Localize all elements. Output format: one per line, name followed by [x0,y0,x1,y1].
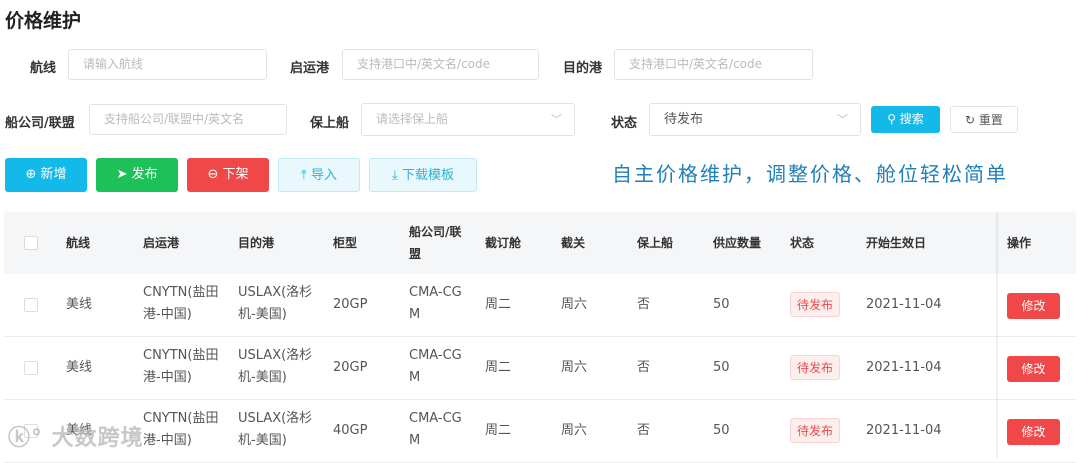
header-dest: 目的港 [238,236,275,250]
table-row: 美线 CNYTN(盐田港-中国) USLAX(洛杉机-美国) 40GP CMA-… [4,400,1076,463]
cell-origin: CNYTN(盐田港-中国) [143,411,219,448]
search-label: 搜索 [899,112,924,126]
import-button[interactable]: ⤒ 导入 [278,158,360,192]
header-carrier: 船公司/联盟 [409,225,462,261]
header-guarantee: 保上船 [637,236,674,250]
dest-input[interactable]: 支持港口中/英文名/code [614,49,813,80]
cell-cutoff: 周六 [561,297,588,312]
status-badge: 待发布 [790,418,841,443]
refresh-icon: ↻ [965,113,979,127]
route-input[interactable]: 请输入航线 [68,49,267,80]
dest-label: 目的港 [563,61,603,76]
page-title: 价格维护 [5,10,82,32]
cell-guarantee: 否 [637,297,651,312]
download-template-button[interactable]: ⤓ 下载模板 [369,158,477,192]
plus-circle-icon: ⊕ [25,167,41,182]
carrier-label: 船公司/联盟 [5,116,75,131]
cell-carrier: CMA-CGM [409,348,462,385]
cell-type: 40GP [333,423,368,438]
cell-type: 20GP [333,297,368,312]
watermark: ⓚ° 大数跨境 [8,420,144,452]
chevron-down-icon: ﹀ [837,113,848,126]
table-row: 美线 CNYTN(盐田港-中国) USLAX(洛杉机-美国) 20GP CMA-… [4,274,1076,337]
cell-date: 2021-11-04 [866,423,942,438]
cell-guarantee: 否 [637,360,651,375]
publish-label: 发布 [131,167,158,182]
header-booking: 截订舱 [485,236,522,250]
send-icon: ➤ [116,167,132,182]
cell-carrier: CMA-CGM [409,285,462,322]
cell-route: 美线 [66,360,93,375]
route-label: 航线 [30,61,57,76]
row-checkbox[interactable] [24,361,38,375]
cell-booking: 周二 [485,360,512,375]
cell-date: 2021-11-04 [866,297,942,312]
header-route: 航线 [66,236,91,250]
cell-cutoff: 周六 [561,360,588,375]
cell-route: 美线 [66,297,93,312]
cell-booking: 周二 [485,423,512,438]
cell-dest: USLAX(洛杉机-美国) [238,348,313,385]
status-badge: 待发布 [790,355,841,380]
carrier-input[interactable]: 支持船公司/联盟中/英文名 [89,104,287,135]
cell-origin: CNYTN(盐田港-中国) [143,348,219,385]
cell-cutoff: 周六 [561,423,588,438]
status-select[interactable]: 待发布 ﹀ [649,103,861,136]
guarantee-placeholder: 请选择保上船 [376,112,449,126]
publish-button[interactable]: ➤ 发布 [96,158,178,192]
import-label: 导入 [310,168,337,183]
offline-button[interactable]: ⊖ 下架 [187,158,269,192]
header-op: 操作 [1007,236,1032,250]
header-origin: 启运港 [143,236,180,250]
select-all-checkbox[interactable] [24,236,38,250]
add-label: 新增 [40,167,67,182]
watermark-logo-icon: ⓚ° [8,426,52,451]
upload-icon: ⤒ [301,168,311,183]
cell-booking: 周二 [485,297,512,312]
edit-button[interactable]: 修改 [1007,419,1060,445]
cell-dest: USLAX(洛杉机-美国) [238,411,313,448]
edit-button[interactable]: 修改 [1007,356,1060,382]
status-value: 待发布 [664,112,704,127]
header-date: 开始生效日 [866,236,927,250]
status-label: 状态 [611,116,638,131]
header-qty: 供应数量 [713,236,762,250]
edit-button[interactable]: 修改 [1007,293,1060,319]
fixed-column-shadow [996,212,999,458]
header-status: 状态 [790,236,815,250]
search-button[interactable]: ⚲ 搜索 [871,106,940,133]
download-label: 下载模板 [401,168,454,183]
cell-date: 2021-11-04 [866,360,942,375]
cell-dest: USLAX(洛杉机-美国) [238,285,313,322]
cell-type: 20GP [333,360,368,375]
header-cutoff: 截关 [561,236,586,250]
row-checkbox[interactable] [24,298,38,312]
status-badge: 待发布 [790,292,841,317]
guarantee-label: 保上船 [310,116,350,131]
offline-label: 下架 [222,167,249,182]
guarantee-select[interactable]: 请选择保上船 ﹀ [361,103,575,136]
cell-qty: 50 [713,297,730,312]
cell-qty: 50 [713,360,730,375]
add-button[interactable]: ⊕ 新增 [5,158,87,192]
search-icon: ⚲ [887,112,900,126]
origin-label: 启运港 [290,61,330,76]
cell-origin: CNYTN(盐田港-中国) [143,285,219,322]
cell-carrier: CMA-CGM [409,411,462,448]
reset-label: 重置 [978,113,1003,127]
table-row: 美线 CNYTN(盐田港-中国) USLAX(洛杉机-美国) 20GP CMA-… [4,337,1076,400]
cell-qty: 50 [713,423,730,438]
slogan: 自主价格维护，调整价格、舱位轻松简单 [612,162,1008,186]
chevron-down-icon: ﹀ [551,113,562,126]
header-type: 柜型 [333,236,358,250]
origin-input[interactable]: 支持港口中/英文名/code [342,49,539,80]
table-header: 航线 启运港 目的港 柜型 船公司/联盟 截订舱 截关 保上船 供应数量 状态 … [4,212,1076,274]
cell-guarantee: 否 [637,423,651,438]
download-icon: ⤓ [392,168,402,183]
reset-button[interactable]: ↻ 重置 [950,106,1018,133]
watermark-text: 大数跨境 [51,426,144,451]
minus-circle-icon: ⊖ [207,167,223,182]
